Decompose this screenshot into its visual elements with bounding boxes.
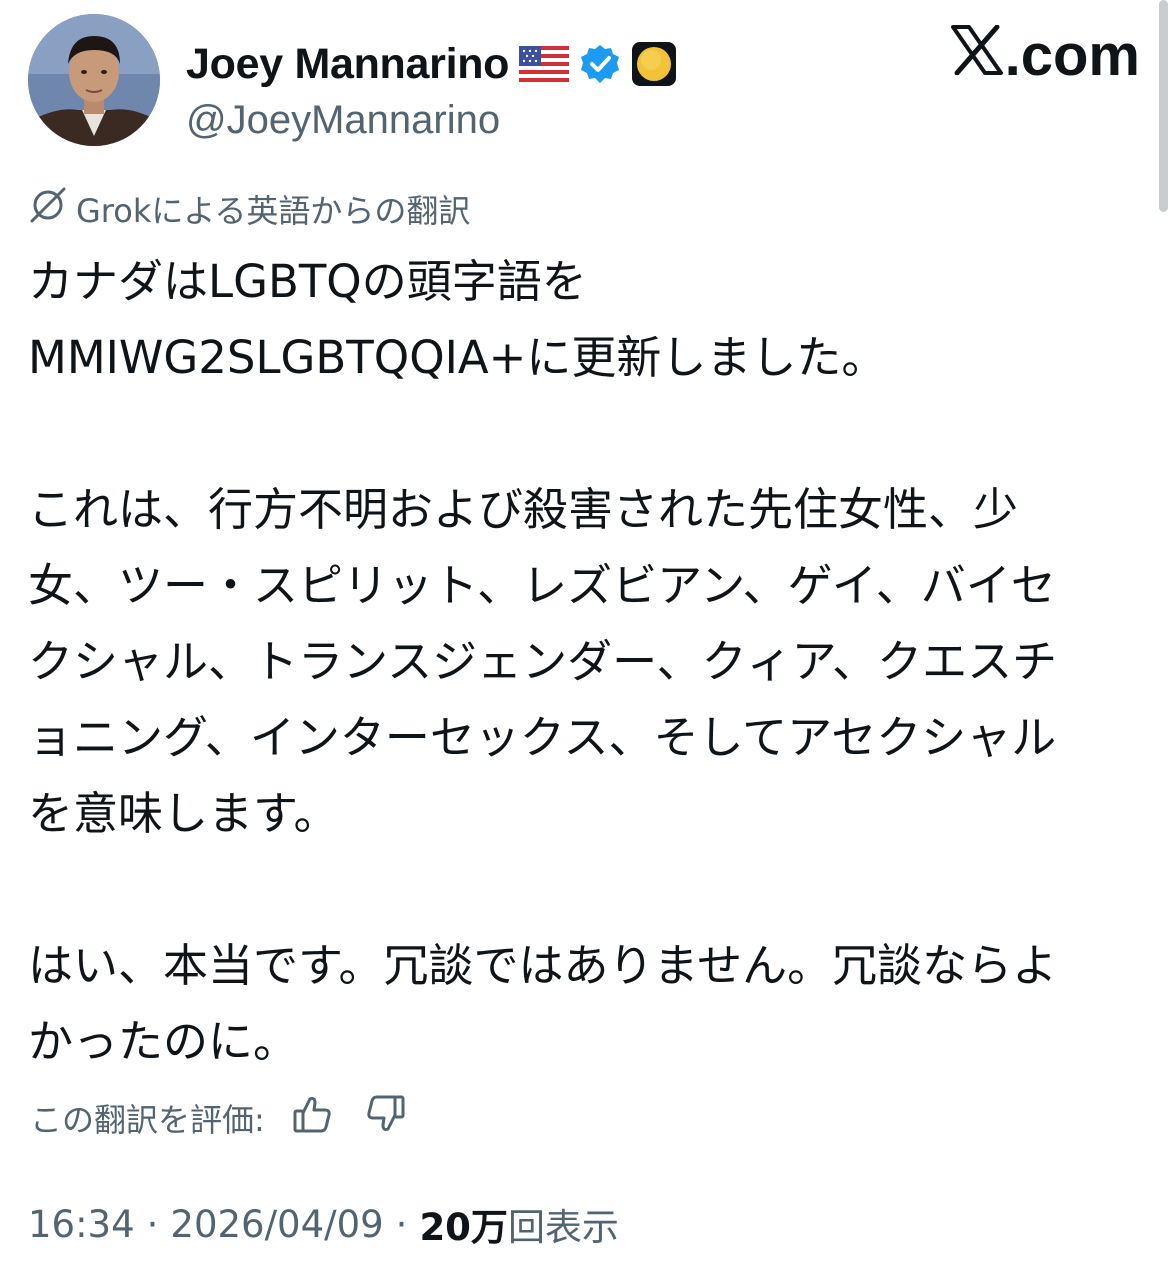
- thumbs-up-button[interactable]: [287, 1093, 337, 1143]
- x-logo-icon: [950, 22, 1003, 89]
- meta-separator: ·: [146, 1202, 159, 1246]
- x-logo-suffix: .com: [1004, 23, 1140, 88]
- meta-separator: ·: [395, 1202, 408, 1246]
- thumbs-down-icon: [365, 1093, 407, 1143]
- verified-badge-icon[interactable]: [579, 43, 621, 85]
- post-body: カナダはLGBTQの頭字語を MMIWG2SLGBTQQIA+に更新しました。 …: [28, 244, 1140, 1080]
- rate-translation-row: この翻訳を評価:: [30, 1088, 411, 1148]
- grok-icon: [28, 185, 68, 233]
- translation-note[interactable]: Grokによる英語からの翻訳: [28, 186, 470, 232]
- x-logo: .com: [950, 22, 1140, 89]
- avatar-image: [28, 14, 160, 146]
- scrollbar[interactable]: [1159, 0, 1168, 212]
- user-handle[interactable]: @JoeyMannarino: [186, 98, 500, 143]
- us-flag-icon: [519, 46, 570, 82]
- post-date[interactable]: 2026/04/09: [170, 1203, 383, 1246]
- views-count[interactable]: 20万: [419, 1197, 508, 1251]
- post-meta: 16:34 · 2026/04/09 · 20万 回表示: [28, 1196, 619, 1252]
- post-time[interactable]: 16:34: [28, 1203, 135, 1246]
- post-paragraph: これは、行方不明および殺害された先住女性、少 女、ツー・スピリット、レズビアン、…: [28, 483, 1058, 840]
- translation-note-text: Grokによる英語からの翻訳: [76, 192, 471, 230]
- avatar[interactable]: [28, 14, 160, 146]
- post-container: Joey Mannarino @JoeyMannarino .com Grokに…: [0, 0, 1170, 1271]
- name-row: Joey Mannarino: [186, 34, 677, 94]
- post-paragraph: はい、本当です。冗談ではありません。冗談ならよ かったのに。: [28, 939, 1058, 1068]
- views-label: 回表示: [507, 1206, 619, 1249]
- display-name[interactable]: Joey Mannarino: [186, 40, 509, 89]
- yellow-circle-icon: [631, 41, 677, 87]
- rate-translation-label: この翻訳を評価:: [30, 1101, 265, 1139]
- thumbs-down-button[interactable]: [361, 1093, 411, 1143]
- post-paragraph: カナダはLGBTQの頭字語を MMIWG2SLGBTQQIA+に更新しました。: [28, 255, 887, 384]
- thumbs-up-icon: [291, 1093, 333, 1143]
